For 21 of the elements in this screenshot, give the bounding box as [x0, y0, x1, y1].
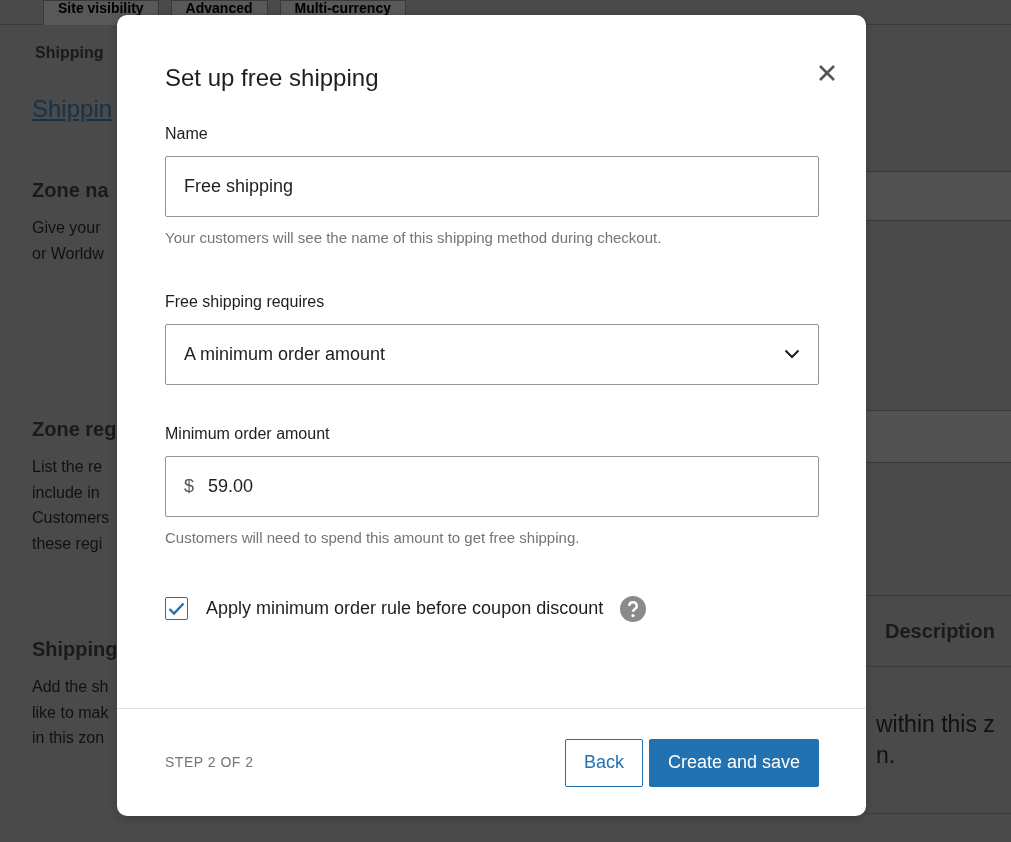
back-button[interactable]: Back [564, 738, 643, 787]
chevron-down-icon [784, 349, 800, 359]
checkbox-label[interactable]: Apply minimum order rule before coupon discount [206, 595, 604, 622]
step-indicator: STEP 2 OF 2 [165, 753, 254, 772]
checkbox[interactable] [165, 597, 188, 620]
create-and-save-button[interactable]: Create and save [648, 738, 819, 787]
help-text: Your customers will see the name of this shipping method during checkout. [165, 228, 663, 248]
help-icon[interactable] [620, 595, 647, 622]
section-description: List the re include in Customers these regi [32, 457, 111, 554]
table-cell-text: within this z n. [875, 710, 996, 770]
modal-title: Set up free shipping [165, 63, 379, 93]
input-field[interactable]: Free shipping [165, 156, 819, 217]
help-text: Customers will need to spend this amount to get free shipping. [165, 527, 581, 548]
field-label: Name [165, 124, 209, 144]
field-label: Minimum order amount [165, 423, 331, 444]
section-description: Add the sh like to mak in this zon [32, 677, 110, 748]
amount-field[interactable]: $ 59.00 [165, 455, 819, 517]
select-field[interactable]: A minimum order amount [165, 323, 819, 385]
field-label: Free shipping requires [165, 291, 326, 312]
close-icon [818, 63, 836, 82]
section-description: Give your or Worldw [32, 218, 105, 264]
